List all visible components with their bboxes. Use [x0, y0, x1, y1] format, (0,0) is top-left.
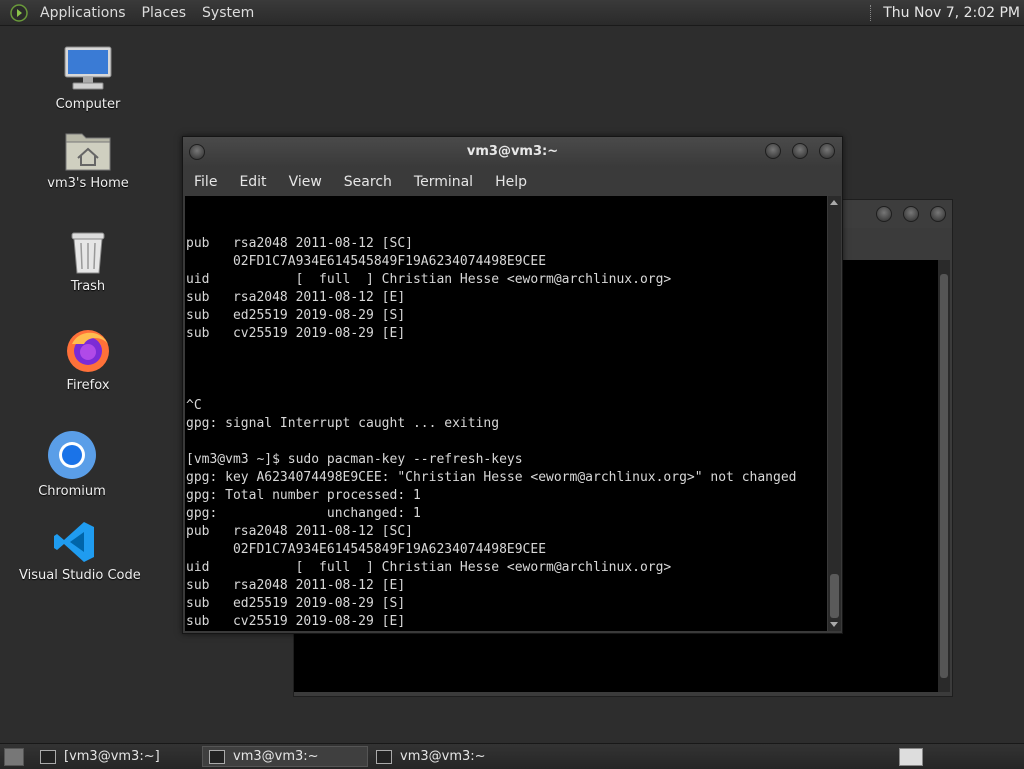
menu-search[interactable]: Search	[333, 174, 403, 190]
terminal-line: gpg: Total number processed: 1	[186, 488, 421, 503]
desktop-icon-vscode[interactable]: Visual Studio Code	[19, 520, 141, 583]
minimize-button[interactable]	[876, 206, 892, 222]
taskbar-item[interactable]: vm3@vm3:~	[370, 746, 536, 767]
terminal-line: pub rsa2048 2011-08-12 [SC]	[186, 236, 413, 251]
scrollbar[interactable]	[938, 260, 950, 692]
menu-view[interactable]: View	[278, 174, 333, 190]
taskbar-item-label: [vm3@vm3:~]	[64, 749, 160, 764]
desktop-icon-trash[interactable]: Trash	[33, 229, 143, 294]
terminal-output[interactable]: pub rsa2048 2011-08-12 [SC] 02FD1C7A934E…	[185, 196, 827, 631]
desktop-icon-label: vm3's Home	[47, 176, 129, 191]
terminal-icon	[209, 749, 225, 764]
scrollbar-thumb[interactable]	[830, 574, 839, 618]
terminal-line: [vm3@vm3 ~]$ sudo pacman-key --refresh-k…	[186, 452, 523, 467]
menu-edit[interactable]: Edit	[228, 174, 277, 190]
taskbar-item[interactable]: [vm3@vm3:~]	[34, 746, 200, 767]
top-panel: Applications Places System Thu Nov 7, 2:…	[0, 0, 1024, 26]
places-menu[interactable]: Places	[134, 5, 195, 21]
computer-icon	[64, 46, 112, 90]
terminal-icon	[40, 749, 56, 764]
scrollbar[interactable]	[828, 196, 841, 631]
show-desktop-icon[interactable]	[4, 748, 24, 766]
terminal-line: sub ed25519 2019-08-29 [S]	[186, 596, 406, 611]
close-button[interactable]	[819, 143, 835, 159]
home-folder-icon	[65, 133, 111, 171]
vscode-icon	[54, 522, 94, 562]
trash-icon	[71, 232, 105, 274]
terminal-line: gpg: signal Interrupt caught ... exiting	[186, 416, 500, 431]
desktop-icon-label: Chromium	[38, 484, 106, 499]
terminal-line: gpg: key A6234074498E9CEE: "Christian He…	[186, 470, 797, 485]
clock-area: Thu Nov 7, 2:02 PM	[870, 0, 1024, 25]
system-menu[interactable]: System	[194, 5, 262, 21]
terminal-line: 02FD1C7A934E614545849F19A6234074498E9CEE	[186, 254, 547, 269]
desktop-icon-label: Visual Studio Code	[19, 568, 141, 583]
scroll-down-arrow-icon[interactable]	[830, 622, 838, 627]
terminal-line: uid [ full ] Christian Hesse <eworm@arch…	[186, 560, 672, 575]
terminal-line: sub cv25519 2019-08-29 [E]	[186, 326, 406, 341]
applications-menu[interactable]: Applications	[32, 5, 134, 21]
maximize-button[interactable]	[792, 143, 808, 159]
taskbar: [vm3@vm3:~] vm3@vm3:~ vm3@vm3:~	[0, 743, 1024, 769]
firefox-icon	[67, 330, 109, 372]
desktop-icon-firefox[interactable]: Firefox	[33, 326, 143, 393]
terminal-line: pub rsa2048 2011-08-12 [SC]	[186, 524, 413, 539]
desktop-icon-label: Firefox	[66, 378, 110, 393]
workspace-switcher-icon[interactable]	[899, 748, 923, 766]
desktop-icon-chromium[interactable]: Chromium	[17, 430, 127, 499]
desktop-icon-home[interactable]: vm3's Home	[33, 128, 143, 191]
panel-separator	[870, 4, 873, 21]
scrollbar-thumb[interactable]	[940, 274, 948, 678]
terminal-lines: pub rsa2048 2011-08-12 [SC] 02FD1C7A934E…	[185, 232, 827, 631]
clock[interactable]: Thu Nov 7, 2:02 PM	[883, 5, 1024, 21]
terminal-line: 02FD1C7A934E614545849F19A6234074498E9CEE	[186, 542, 547, 557]
terminal-line: gpg: unchanged: 1	[186, 506, 421, 521]
terminal-line: sub cv25519 2019-08-29 [E]	[186, 614, 406, 629]
minimize-button[interactable]	[765, 143, 781, 159]
desktop-icon-label: Computer	[55, 97, 121, 112]
window-titlebar[interactable]: vm3@vm3:~	[183, 137, 842, 167]
chromium-icon	[48, 431, 96, 479]
menu-file[interactable]: File	[183, 174, 228, 190]
terminal-line: sub rsa2048 2011-08-12 [E]	[186, 290, 406, 305]
taskbar-item-label: vm3@vm3:~	[400, 749, 486, 764]
taskbar-item-label: vm3@vm3:~	[233, 749, 319, 764]
close-button[interactable]	[930, 206, 946, 222]
terminal-line: uid [ full ] Christian Hesse <eworm@arch…	[186, 272, 672, 287]
terminal-line: sub rsa2048 2011-08-12 [E]	[186, 578, 406, 593]
terminal-window[interactable]: vm3@vm3:~ File Edit View Search Terminal…	[182, 136, 843, 634]
window-title: vm3@vm3:~	[466, 144, 559, 159]
maximize-button[interactable]	[903, 206, 919, 222]
manjaro-logo-icon[interactable]	[10, 3, 28, 22]
terminal-icon	[376, 749, 392, 764]
taskbar-item[interactable]: vm3@vm3:~	[202, 746, 368, 767]
menu-terminal[interactable]: Terminal	[403, 174, 484, 190]
terminal-line: sub ed25519 2019-08-29 [S]	[186, 308, 406, 323]
desktop-icon-label: Trash	[70, 279, 106, 294]
terminal-menubar: File Edit View Search Terminal Help	[183, 167, 842, 196]
desktop-icon-computer[interactable]: Computer	[33, 45, 143, 112]
menu-help[interactable]: Help	[484, 174, 538, 190]
scroll-up-arrow-icon[interactable]	[830, 200, 838, 205]
terminal-line: ^C	[186, 398, 202, 413]
